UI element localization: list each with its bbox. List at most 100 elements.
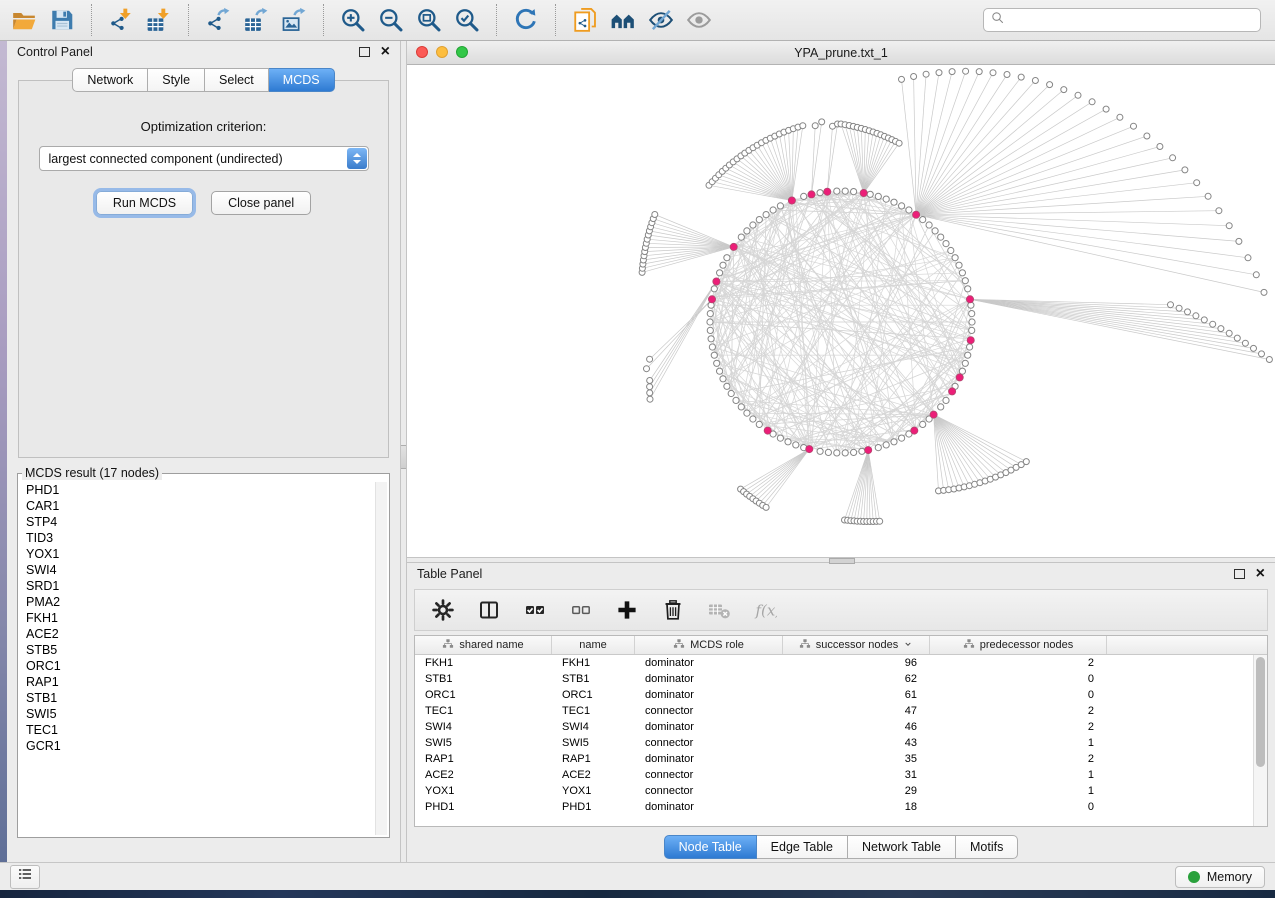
table-cell[interactable]: 47 <box>783 703 930 719</box>
network-window-titlebar[interactable]: YPA_prune.txt_1 <box>407 41 1275 65</box>
mcds-result-item[interactable]: STB1 <box>26 690 389 706</box>
table-row[interactable]: RAP1RAP1dominator352 <box>415 751 1267 767</box>
splitter-grip[interactable] <box>829 558 855 564</box>
table-cell[interactable]: TEC1 <box>415 703 552 719</box>
close-panel-icon[interactable]: × <box>381 47 390 57</box>
export-image-icon[interactable] <box>276 3 312 37</box>
mcds-result-item[interactable]: RAP1 <box>26 674 389 690</box>
table-cell[interactable]: 29 <box>783 783 930 799</box>
binoculars-icon[interactable] <box>605 3 641 37</box>
table-cell[interactable]: 18 <box>783 799 930 815</box>
export-table-icon[interactable] <box>238 3 274 37</box>
table-cell[interactable]: SWI4 <box>415 719 552 735</box>
tab-motifs[interactable]: Motifs <box>956 835 1018 859</box>
table-cell[interactable]: connector <box>635 735 783 751</box>
tab-style[interactable]: Style <box>148 68 205 92</box>
table-cell[interactable]: ORC1 <box>415 687 552 703</box>
zoom-fit-icon[interactable] <box>411 3 447 37</box>
zoom-out-icon[interactable] <box>373 3 409 37</box>
column-header-name[interactable]: name <box>552 636 635 654</box>
table-row[interactable]: TEC1TEC1connector472 <box>415 703 1267 719</box>
table-cell[interactable]: ACE2 <box>415 767 552 783</box>
column-header-predecessor-nodes[interactable]: predecessor nodes <box>930 636 1107 654</box>
search-box[interactable] <box>983 8 1261 32</box>
table-cell[interactable]: 0 <box>930 687 1107 703</box>
table-cell[interactable]: dominator <box>635 799 783 815</box>
import-table-icon[interactable] <box>141 3 177 37</box>
column-header-mcds-role[interactable]: MCDS role <box>635 636 783 654</box>
table-row[interactable]: ORC1ORC1dominator610 <box>415 687 1267 703</box>
scrollbar-thumb[interactable] <box>1256 657 1265 767</box>
network-graph[interactable] <box>407 65 1275 557</box>
mcds-result-item[interactable]: ORC1 <box>26 658 389 674</box>
trash-icon[interactable] <box>660 597 686 623</box>
table-cell[interactable]: ACE2 <box>552 767 635 783</box>
tab-network[interactable]: Network <box>72 68 148 92</box>
mcds-result-item[interactable]: PHD1 <box>26 482 389 498</box>
mcds-result-item[interactable]: SWI4 <box>26 562 389 578</box>
mcds-result-item[interactable]: GCR1 <box>26 738 389 754</box>
horizontal-splitter[interactable] <box>407 557 1275 563</box>
close-panel-icon[interactable]: × <box>1256 569 1265 579</box>
table-cell[interactable]: 2 <box>930 703 1107 719</box>
refresh-icon[interactable] <box>508 3 544 37</box>
mcds-result-item[interactable]: YOX1 <box>26 546 389 562</box>
table-cell[interactable]: dominator <box>635 719 783 735</box>
eye-icon[interactable] <box>681 3 717 37</box>
plus-icon[interactable] <box>614 597 640 623</box>
tab-mcds[interactable]: MCDS <box>269 68 335 92</box>
minimize-window-icon[interactable] <box>436 46 448 58</box>
float-panel-icon[interactable] <box>359 47 370 57</box>
table-cell[interactable]: 2 <box>930 719 1107 735</box>
table-cell[interactable]: 62 <box>783 671 930 687</box>
gear-icon[interactable] <box>430 597 456 623</box>
table-cell[interactable]: dominator <box>635 687 783 703</box>
table-cell[interactable]: STB1 <box>415 671 552 687</box>
export-network-icon[interactable] <box>200 3 236 37</box>
table-cell[interactable]: 96 <box>783 655 930 671</box>
table-cell[interactable]: SWI5 <box>552 735 635 751</box>
mcds-list-scrollbar[interactable] <box>375 482 387 835</box>
open-folder-icon[interactable] <box>6 3 42 37</box>
table-cell[interactable]: ORC1 <box>552 687 635 703</box>
mcds-result-item[interactable]: STP4 <box>26 514 389 530</box>
table-cell[interactable]: RAP1 <box>552 751 635 767</box>
table-cell[interactable]: 0 <box>930 671 1107 687</box>
table-row[interactable]: SWI5SWI5connector431 <box>415 735 1267 751</box>
tab-node-table[interactable]: Node Table <box>664 835 757 859</box>
table-row[interactable]: STB1STB1dominator620 <box>415 671 1267 687</box>
import-network-icon[interactable] <box>103 3 139 37</box>
column-header-successor-nodes[interactable]: successor nodes <box>783 636 930 654</box>
table-cell[interactable]: SWI4 <box>552 719 635 735</box>
table-scrollbar[interactable] <box>1253 655 1267 826</box>
table-cell[interactable]: STB1 <box>552 671 635 687</box>
split-columns-icon[interactable] <box>476 597 502 623</box>
save-icon[interactable] <box>44 3 80 37</box>
mcds-result-item[interactable]: SRD1 <box>26 578 389 594</box>
checkboxes-unchecked-icon[interactable] <box>568 597 594 623</box>
memory-button[interactable]: Memory <box>1175 866 1265 888</box>
tab-select[interactable]: Select <box>205 68 269 92</box>
close-panel-button[interactable]: Close panel <box>211 191 311 215</box>
table-cell[interactable]: 46 <box>783 719 930 735</box>
tab-edge-table[interactable]: Edge Table <box>757 835 848 859</box>
close-window-icon[interactable] <box>416 46 428 58</box>
task-history-button[interactable] <box>10 865 40 889</box>
share-document-icon[interactable] <box>567 3 603 37</box>
zoom-in-icon[interactable] <box>335 3 371 37</box>
table-cell[interactable]: 2 <box>930 655 1107 671</box>
checkboxes-checked-icon[interactable] <box>522 597 548 623</box>
table-cell[interactable]: 61 <box>783 687 930 703</box>
mcds-result-item[interactable]: TID3 <box>26 530 389 546</box>
table-row[interactable]: YOX1YOX1connector291 <box>415 783 1267 799</box>
table-cell[interactable]: 1 <box>930 735 1107 751</box>
mcds-result-item[interactable]: ACE2 <box>26 626 389 642</box>
mcds-result-item[interactable]: TEC1 <box>26 722 389 738</box>
mcds-result-item[interactable]: FKH1 <box>26 610 389 626</box>
mcds-result-item[interactable]: SWI5 <box>26 706 389 722</box>
table-cell[interactable]: 1 <box>930 783 1107 799</box>
mcds-result-item[interactable]: PMA2 <box>26 594 389 610</box>
table-cell[interactable]: PHD1 <box>552 799 635 815</box>
table-cell[interactable]: RAP1 <box>415 751 552 767</box>
column-header-shared-name[interactable]: shared name <box>415 636 552 654</box>
